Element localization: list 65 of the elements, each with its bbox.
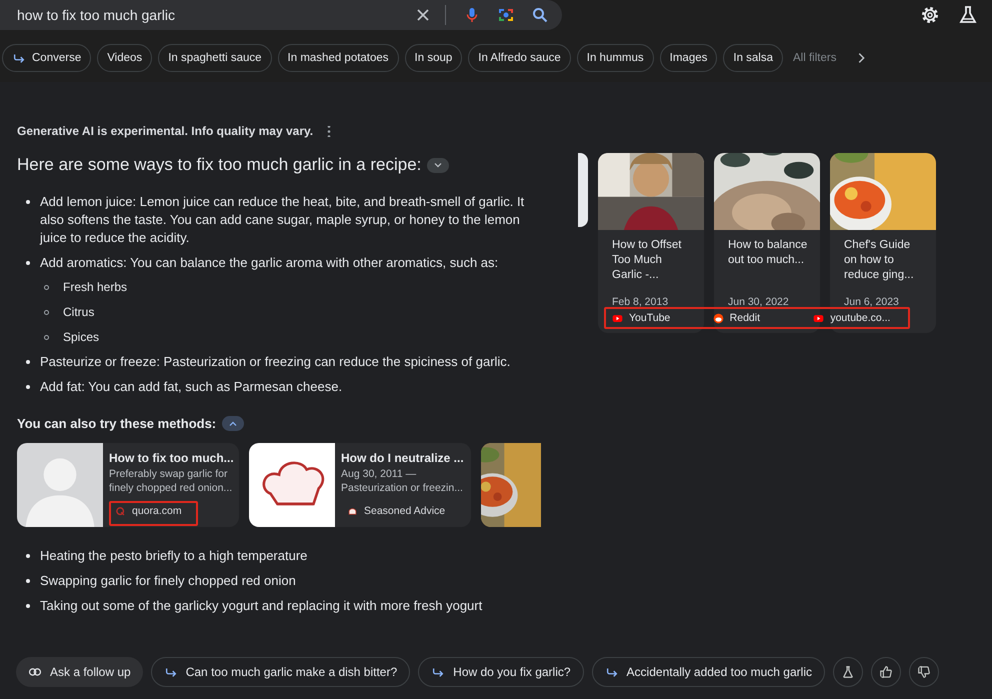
clear-icon[interactable] [415,7,431,23]
search-icon[interactable] [532,7,548,23]
microphone-icon[interactable] [464,7,480,23]
reply-arrow-icon [604,666,619,678]
bullet-text: Swapping garlic for finely chopped red onion [17,572,547,590]
section-heading: You can also try these methods: [17,416,216,431]
source-card[interactable]: How to fix too much... Preferably swap garlic for finely chopped red onion... quora.com [17,443,239,527]
thumbs-up-icon[interactable] [870,657,901,687]
source-name: youtube.co... [830,312,890,324]
source-name: Reddit [730,312,760,324]
suggestion-chip[interactable]: Accidentally added too much garlic [592,657,825,687]
flask-icon[interactable] [958,5,978,25]
camera-icon[interactable] [498,7,514,23]
bullet-text: Add lemon juice: Lemon juice can reduce the heat, bite, and breath-smell of garlic. It also softens the taste. You can add cane sugar, maple syrup, or honey to the lemon juice to reduce the acidity. [17,193,547,247]
loop-icon [28,666,42,678]
card-title: How to fix too much... [109,451,233,465]
thumbs-down-icon[interactable] [908,657,939,687]
filter-chip[interactable]: Videos [97,44,152,72]
source-name: Seasoned Advice [364,505,446,517]
filter-chip[interactable]: Images [660,44,718,72]
search-field[interactable]: how to fix too much garlic [0,0,562,30]
reply-arrow-icon [12,52,26,64]
bullet-text: Pasteurize or freeze: Pasteurization or freezing can reduce the spiciness of garlic. [17,353,547,371]
collapse-button[interactable] [222,416,244,431]
bullet-text: Add aromatics: You can balance the garlic aroma with other aromatics, such as: [17,254,547,272]
source-card[interactable]: How do I neutralize ... Aug 30, 2011 — Pasteurization or freezin... Seasoned Advice [249,443,471,527]
converse-chip[interactable]: Converse [2,44,92,72]
source-name: YouTube [629,312,670,324]
sub-bullet-text: Fresh herbs [40,278,128,296]
card-snippet: Aug 30, 2011 — Pasteurization or freezin... [341,467,464,495]
bullet-text: Taking out some of the garlicky yogurt and replacing it with more fresh yogurt [17,597,547,615]
video-title: Chef's Guide on how to reduce ging... [843,238,915,283]
filters-button[interactable]: All filters [789,44,840,72]
suggestion-chip[interactable]: How do you fix garlic? [418,657,584,687]
filter-chip[interactable]: In hummus [576,44,654,72]
card-snippet: Preferably swap garlic for finely chopped red onion... [109,467,233,495]
play-logo-icon [813,312,824,324]
reply-arrow-icon [431,666,446,678]
sub-bullet-text: Citrus [40,303,94,321]
filter-chip[interactable]: In mashed potatoes [278,44,399,72]
filter-chip[interactable]: In salsa [723,44,784,72]
video-date: Feb 8, 2013 [611,295,670,308]
video-title: How to balance out too much... [727,238,808,268]
video-date: Jun 6, 2023 [843,295,900,308]
answer-heading: Here are some ways to fix too much garlic in a recipe: [17,155,422,175]
search-query: how to fix too much garlic [17,7,176,23]
expand-button[interactable] [427,158,450,172]
filter-chip[interactable]: In spaghetti sauce [158,44,272,72]
q-logo-icon [115,506,126,516]
bullet-text: Heating the pesto briefly to a high temperature [17,547,547,565]
settings-icon[interactable] [920,5,940,25]
source-name: quora.com [132,505,182,517]
follow-up-button[interactable]: Ask a follow up [16,657,143,687]
card-title: How do I neutralize ... [341,451,465,465]
bullet-text: Add fat: You can add fat, such as Parmesan cheese. [17,378,547,396]
disclaimer-text: Generative AI is experimental. Info quality may vary. [17,124,314,138]
video-title: How to Offset Too Much Garlic -... [611,238,682,283]
video-date: Jun 30, 2022 [727,295,790,308]
filter-chip[interactable]: In soup [404,44,462,72]
suggestion-chip[interactable]: Can too much garlic make a dish bitter? [150,657,410,687]
flask-icon[interactable] [832,657,863,687]
sub-bullet-text: Spices [40,328,100,346]
reply-arrow-icon [164,666,178,678]
more-options-icon[interactable] [327,126,332,136]
filter-chip[interactable]: In Alfredo sauce [468,44,571,72]
